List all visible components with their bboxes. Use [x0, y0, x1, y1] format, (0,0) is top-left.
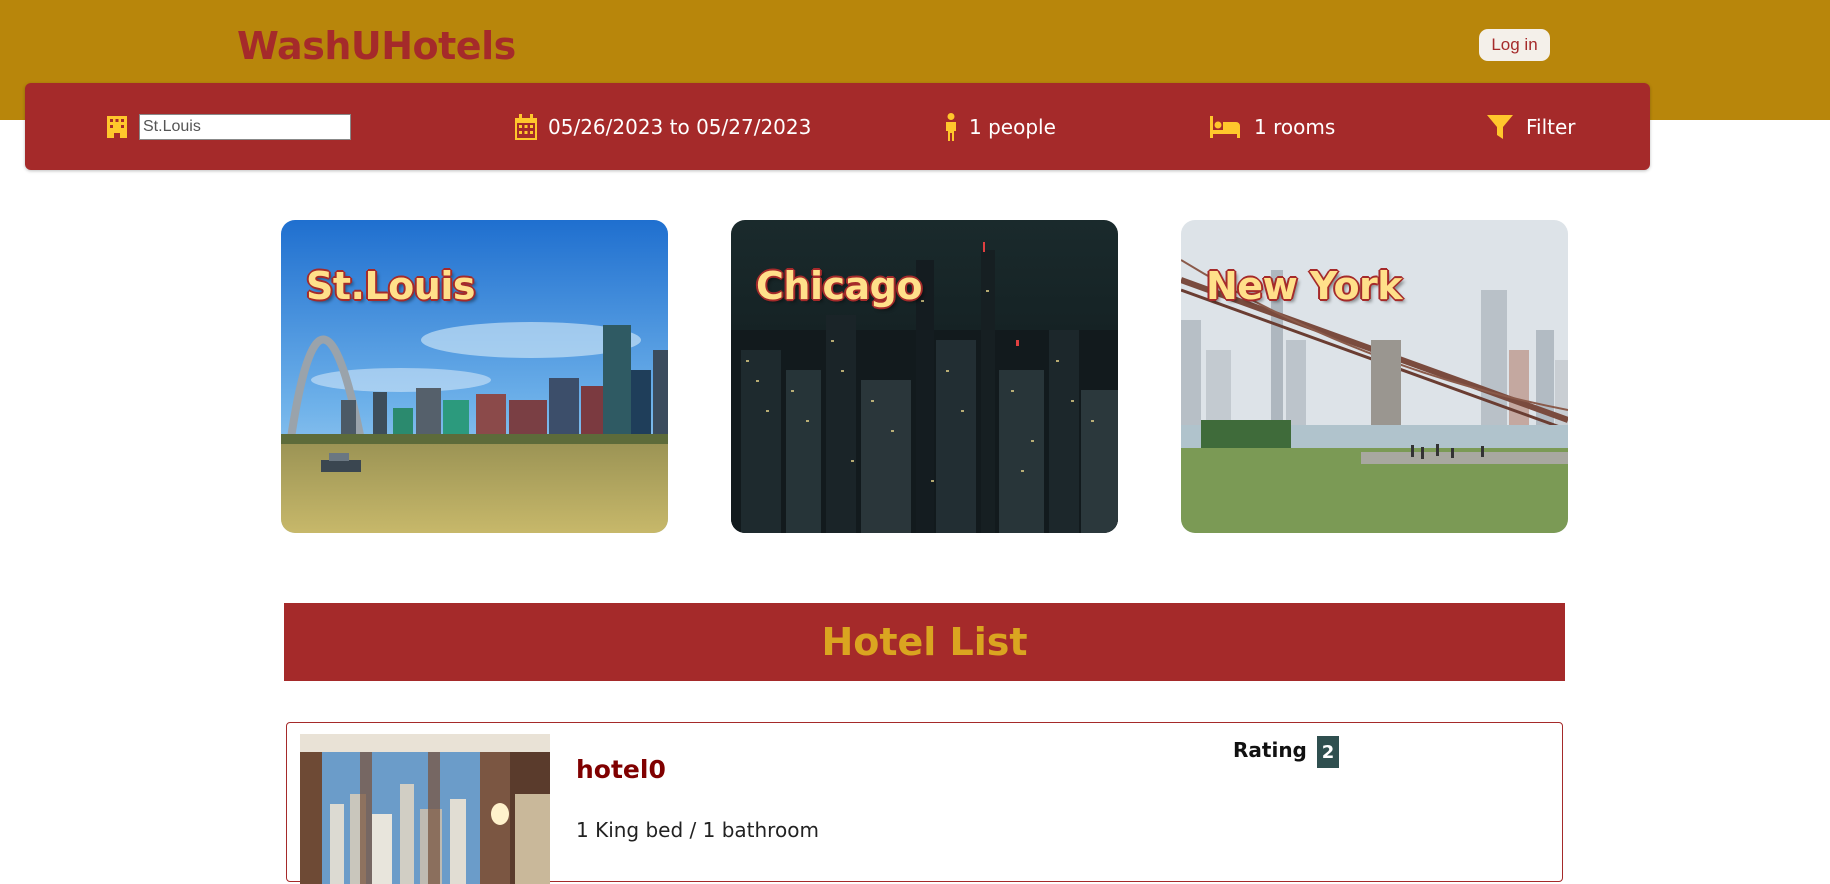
hotel-description: 1 King bed / 1 bathroom [576, 818, 819, 842]
calendar-icon [515, 113, 537, 140]
city-name: Chicago [756, 264, 922, 308]
filter-button[interactable]: Filter [1487, 83, 1576, 170]
hotel-room-image [300, 734, 550, 884]
city-card-chicago[interactable]: Chicago [731, 220, 1118, 533]
hotel-card[interactable]: hotel0 1 King bed / 1 bathroom Rating 2 [286, 722, 1563, 884]
rating-badge: 2 [1317, 736, 1339, 768]
city-card-new-york[interactable]: New York [1181, 220, 1568, 533]
building-icon [107, 115, 127, 138]
person-icon [946, 112, 956, 141]
hotel-list-title: Hotel List [821, 620, 1028, 664]
city-input[interactable] [139, 113, 351, 140]
rating-label: Rating [1233, 738, 1307, 762]
city-search [105, 83, 351, 170]
hotel-photo [300, 734, 550, 884]
brand-logo[interactable]: WashUHotels [237, 24, 516, 68]
bed-icon [1210, 115, 1240, 138]
hotel-name[interactable]: hotel0 [576, 755, 666, 784]
rooms-text: 1 rooms [1254, 114, 1336, 139]
date-range-text: 05/26/2023 to 05/27/2023 [548, 114, 812, 139]
filter-label: Filter [1526, 114, 1576, 139]
people-selector[interactable]: 1 people [943, 83, 1056, 170]
filter-icon [1487, 114, 1513, 139]
city-name: New York [1206, 264, 1403, 308]
people-text: 1 people [969, 114, 1056, 139]
date-range[interactable]: 05/26/2023 to 05/27/2023 [515, 83, 811, 170]
city-name: St.Louis [306, 264, 476, 308]
rooms-selector[interactable]: 1 rooms [1210, 83, 1335, 170]
search-bar: 05/26/2023 to 05/27/2023 1 people 1 room… [25, 83, 1650, 170]
login-button[interactable]: Log in [1479, 29, 1550, 61]
city-card-st-louis[interactable]: St.Louis [281, 220, 668, 533]
hotel-list-banner: Hotel List [284, 603, 1565, 681]
